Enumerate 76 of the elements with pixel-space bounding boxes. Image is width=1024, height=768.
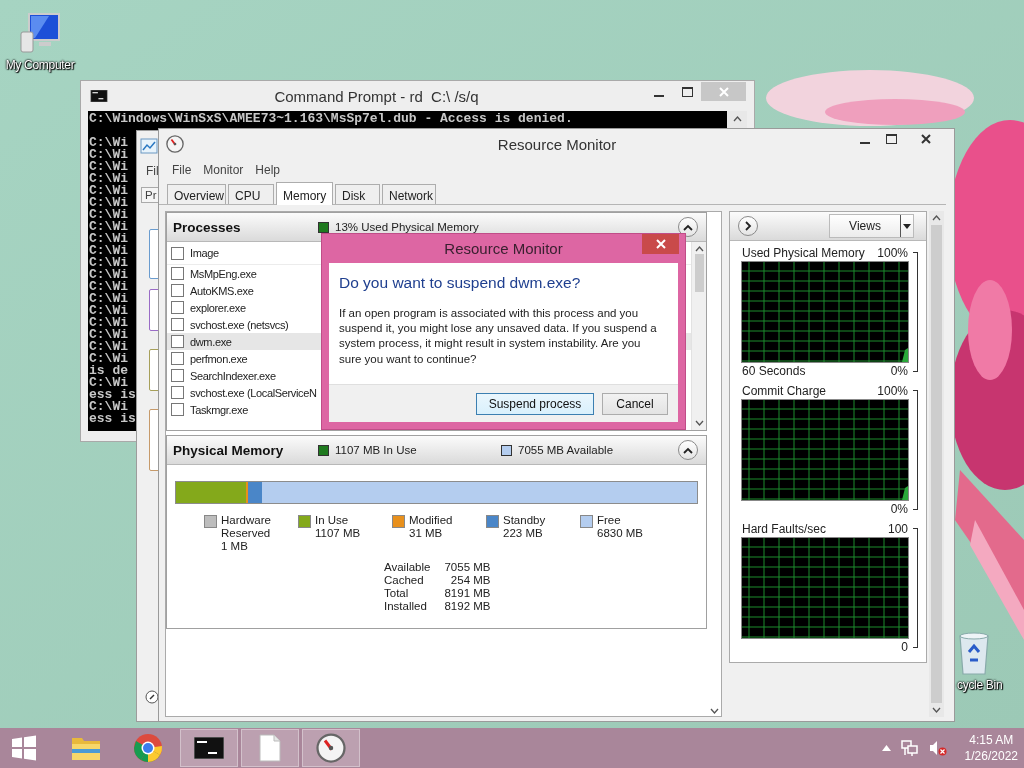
axis-label: 100 (887, 522, 908, 536)
process-name: svchost.exe (LocalServiceN (190, 386, 317, 399)
console-line: C:\Wi (88, 185, 128, 197)
console-line: C:\Wi (88, 257, 128, 269)
dialog-heading: Do you want to suspend dwm.exe? (339, 274, 582, 292)
stat-value: 7055 MB (444, 561, 491, 574)
process-name: explorer.exe (190, 301, 246, 314)
axis-label: 0 (901, 640, 908, 654)
console-line: C:\Wi (88, 341, 128, 353)
console-line: C:\Wi (88, 149, 128, 161)
axis-label: 100% (877, 384, 908, 398)
console-line: C:\Windows\WinSxS\AMEE73~1.163\MsSp7el.dub - Access is denied. (88, 113, 573, 125)
window-title: Command Prompt - rd C:\ /s/q (273, 87, 480, 105)
process-name: perfmon.exe (190, 352, 248, 365)
icon-label: cycle Bin (957, 678, 1003, 692)
process-name: MsMpEng.exe (190, 267, 257, 280)
console-line: is de (88, 365, 128, 377)
axis-label: 100% (877, 246, 908, 260)
legend-value: 1 MB (221, 540, 249, 553)
dialog-title: Resource Monitor (443, 240, 564, 257)
panel-summary: 7055 MB Available (518, 444, 614, 456)
axis-label: 60 Seconds (742, 364, 806, 378)
clock-time: 4:15 AM (969, 732, 1014, 748)
stat-label: Cached (384, 574, 425, 587)
legend-value: 31 MB (409, 527, 444, 540)
process-name: Taskmgr.exe (190, 403, 248, 416)
stat-label: Installed (384, 600, 428, 613)
legend-value: 223 MB (503, 527, 544, 540)
console-line: C:\Wi (88, 161, 128, 173)
stat-value: 8192 MB (444, 600, 491, 613)
console-line: C:\Wi (88, 197, 128, 209)
panel-summary: 13% Used Physical Memory (335, 221, 479, 233)
console-line: C:\Wi (88, 281, 128, 293)
process-name: AutoKMS.exe (190, 284, 254, 297)
console-line: C:\Wi (88, 173, 128, 185)
console-line: C:\Wi (88, 401, 128, 413)
axis-label: 0% (890, 364, 908, 378)
panel-summary: 1107 MB In Use (335, 444, 418, 456)
window-title: Resource Monitor (496, 135, 618, 153)
stat-label: Total (384, 587, 410, 600)
stat-label: Available (384, 561, 431, 574)
legend-value: 1107 MB (315, 527, 362, 540)
stat-value: 8191 MB (444, 587, 491, 600)
console-line: ess is (88, 389, 136, 401)
console-line: C:\Wi (88, 305, 128, 317)
graph-title: Hard Faults/sec (742, 522, 827, 536)
console-line: C:\Wi (88, 209, 128, 221)
legend-label: Hardware Reserved (221, 514, 272, 540)
console-line: C:\Wi (88, 293, 128, 305)
console-line: C:\Wi (88, 317, 128, 329)
legend-label: In Use (315, 514, 350, 527)
clock-date: 1/26/2022 (964, 748, 1018, 764)
process-name: dwm.exe (190, 335, 232, 348)
legend-label: Standby (503, 514, 547, 527)
icon-label: My Computer (5, 58, 75, 72)
axis-label: 0% (890, 502, 908, 516)
graph-title: Commit Charge (742, 384, 827, 398)
console-line: C:\Wi (88, 137, 128, 149)
console-line: ess is (88, 413, 136, 425)
process-name: SearchIndexer.exe (190, 369, 276, 382)
panel-title: Physical Memory (173, 442, 285, 458)
legend-label: Modified (409, 514, 454, 527)
dialog-message: If an open program is associated with this process and you suspend it, you might lose any unsaved data. If you suspend a system process, it might result in system instability. Are you sure you want to continue? (339, 306, 658, 367)
panel-title: Processes (173, 219, 242, 235)
legend-label: Free (597, 514, 622, 527)
console-line: C:\Wi (88, 269, 128, 281)
console-line: C:\Wi (88, 233, 128, 245)
process-name: svchost.exe (netsvcs) (190, 318, 289, 331)
console-line: C:\Wi (88, 353, 128, 365)
console-line: C:\Wi (88, 329, 128, 341)
console-line: C:\Wi (88, 221, 128, 233)
console-line: C:\Wi (88, 245, 128, 257)
console-line: C:\Wi (88, 377, 128, 389)
legend-value: 6830 MB (597, 527, 645, 540)
graph-title: Used Physical Memory (742, 246, 865, 260)
stat-value: 254 MB (449, 574, 491, 587)
